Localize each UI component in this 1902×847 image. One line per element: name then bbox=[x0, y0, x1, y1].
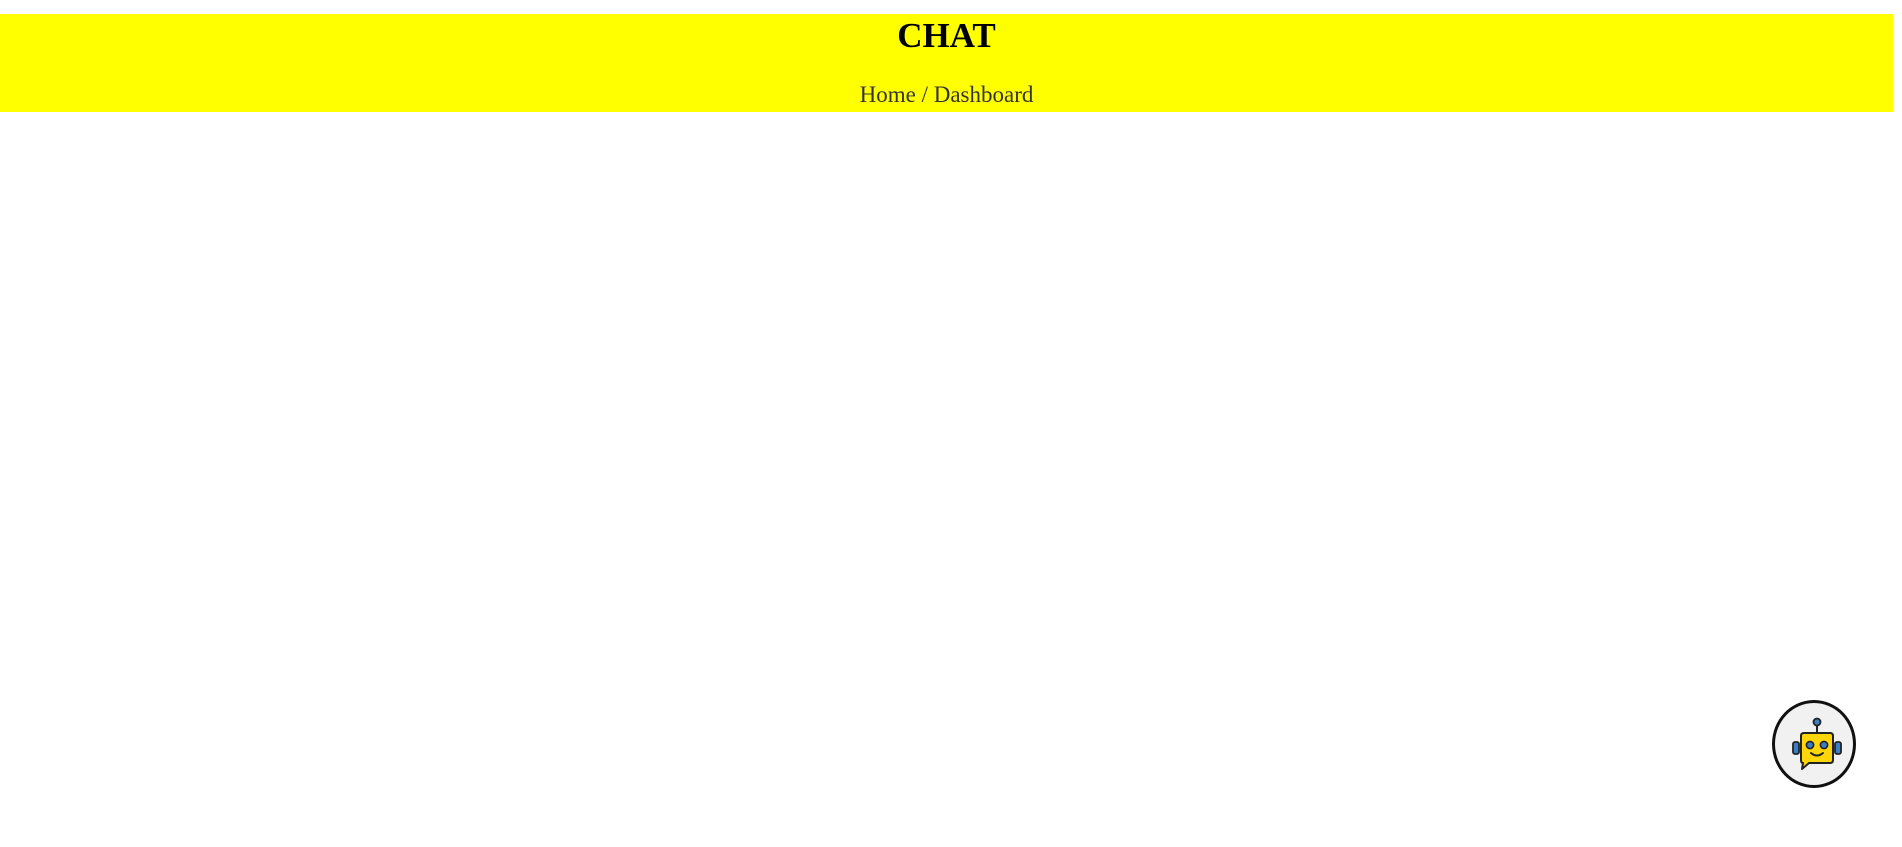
chatbot-launcher-button[interactable] bbox=[1772, 700, 1856, 788]
robot-chat-icon bbox=[1792, 717, 1842, 770]
page-header: CHAT Home / Dashboard bbox=[0, 14, 1893, 112]
breadcrumb: Home / Dashboard bbox=[0, 82, 1893, 108]
breadcrumb-separator: / bbox=[921, 82, 928, 107]
page-title: CHAT bbox=[897, 16, 996, 55]
breadcrumb-current: Dashboard bbox=[933, 82, 1034, 107]
breadcrumb-home-link[interactable]: Home bbox=[860, 82, 916, 107]
